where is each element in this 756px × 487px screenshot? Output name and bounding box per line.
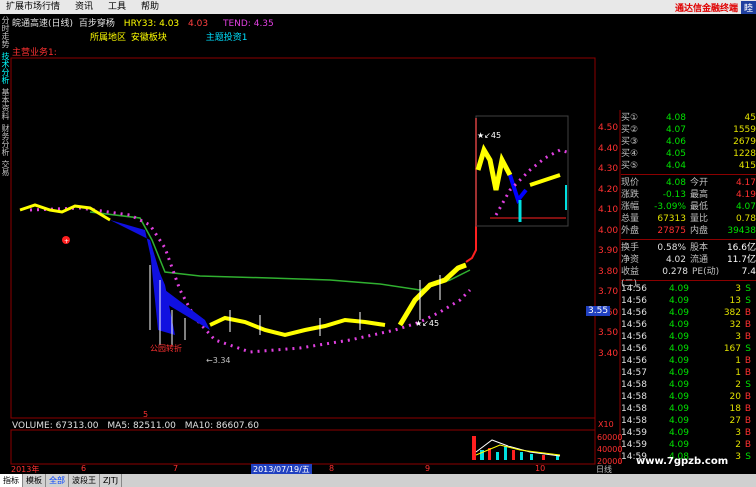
volume-tick: 60000 — [597, 433, 623, 442]
tick-row: 14:56 4.09 167 S — [621, 344, 751, 354]
tab-all[interactable]: 全部 — [46, 474, 69, 487]
price-tick: 3.40 — [598, 348, 619, 359]
price-tick: 3.50 — [598, 328, 619, 338]
stat-row: 涨跌 -0.13 最高 4.19 — [621, 190, 756, 200]
tick-row: 14:58 4.09 27 B — [621, 416, 751, 426]
stat-row: 收益(二) 0.278 PE(动) 7.4 — [621, 267, 756, 289]
tick-row: 14:56 4.09 32 B — [621, 320, 751, 330]
tab-template[interactable]: 模板 — [23, 474, 46, 487]
price-tick: 4.10 — [598, 205, 619, 215]
price-tick: 4.00 — [598, 225, 619, 236]
tick-row: 14:56 4.09 1 B — [621, 356, 751, 366]
tab-zjtj[interactable]: ZJTJ — [100, 474, 123, 487]
date-tick: 9 — [425, 464, 431, 473]
price-band-rise — [397, 262, 467, 327]
date-tick: 7 — [173, 464, 179, 473]
volume-axis: 60000 40000 20000 — [597, 432, 622, 468]
price-tick: 3.70 — [598, 287, 619, 297]
bid-row: 买① 4.08 45 — [621, 113, 756, 123]
stat-row: 涨幅 -3.09% 最低 4.07 — [621, 202, 756, 212]
stat-row: 总量 67313 量比 0.78 — [621, 214, 756, 224]
volume-unit: X10 — [598, 420, 614, 429]
watermark: www.7gpzb.com — [636, 456, 729, 467]
price-line-red — [465, 118, 477, 263]
stat-row: 净资 4.02 流通 11.7亿 — [621, 255, 756, 265]
bottom-tab-bar: 指标 模板 全部 波段王 ZJTJ — [0, 474, 756, 487]
bid-row: 买⑤ 4.04 415 — [621, 161, 756, 171]
price-tick: 3.80 — [598, 266, 619, 277]
price-frame — [10, 57, 596, 419]
tab-indicator[interactable]: 指标 — [0, 474, 23, 487]
tick-row: 14:56 4.09 13 S — [621, 296, 751, 306]
volume-ma5: MA5: 82511.00 — [107, 421, 176, 431]
stat-row: 换手 0.58% 股本 16.6亿 — [621, 243, 756, 253]
date-tick: 8 — [329, 464, 335, 473]
tick-row: 14:58 4.09 20 B — [621, 392, 751, 402]
tick-row: 14:58 4.09 2 S — [621, 380, 751, 390]
mark-annotation-1: ★↙45 — [415, 319, 440, 328]
volume-header: VOLUME: 67313.00 MA5: 82511.00 MA10: 866… — [12, 421, 259, 431]
bid-row: 买② 4.07 1559 — [621, 125, 756, 135]
date-tick: 6 — [81, 464, 87, 473]
tab-wave-king[interactable]: 波段王 — [69, 474, 100, 487]
tick-row: 14:57 4.09 1 B — [621, 368, 751, 378]
stat-row: 现价 4.08 今开 4.17 — [621, 178, 756, 188]
tick-row: 14:56 4.09 3 B — [621, 332, 751, 342]
price-tick: 4.30 — [598, 164, 619, 174]
tick-row: 14:56 4.09 3 S — [621, 284, 751, 294]
mark-annotation-2: ★↙45 — [477, 131, 502, 140]
current-price-marker: 3.55 — [586, 306, 611, 316]
volume-ma10: MA10: 86607.60 — [184, 421, 259, 431]
quote-panel: 买① 4.08 45 买② 4.07 1559 买③ 4.06 2679 买④ 4.05 122… — [621, 112, 756, 463]
price-axis: 4.50 4.40 4.30 4.20 4.10 4.00 3.90 3.80 … — [598, 118, 618, 364]
price-tick: 3.90 — [598, 246, 619, 256]
count-annotation: 5 — [143, 410, 149, 419]
price-tick: 4.40 — [598, 143, 619, 154]
price-tick: 4.20 — [598, 184, 619, 195]
price-band-mid — [209, 315, 386, 338]
turn-label: 公园转折 — [150, 344, 182, 353]
volume-value: VOLUME: 67313.00 — [12, 421, 99, 431]
svg-text:+: + — [64, 238, 69, 245]
date-axis: 2013年 6 7 2013/07/19/五 8 9 10 — [11, 464, 595, 475]
date-tick: 10 — [535, 464, 546, 473]
tick-list[interactable]: 14:56 4.09 3 S 14:56 4.09 13 S 14:56 4.09 382 B 14:5… — [621, 283, 756, 463]
tick-row: 14:59 4.09 2 B — [621, 440, 751, 450]
bid-row: 买③ 4.06 2679 — [621, 137, 756, 147]
price-band-fall-2 — [150, 250, 175, 335]
stat-row: 外盘 27875 内盘 39438 — [621, 226, 756, 236]
tick-row: 14:58 4.09 18 B — [621, 404, 751, 414]
volume-bars — [472, 436, 561, 460]
volume-tick: 40000 — [597, 445, 623, 454]
tick-row: 14:59 4.09 3 B — [621, 428, 751, 438]
low-annotation: ←3.34 — [206, 356, 231, 365]
price-tick: 4.50 — [598, 123, 619, 133]
trend-dots — [29, 206, 472, 354]
bid-row: 买④ 4.05 1228 — [621, 149, 756, 159]
tick-row: 14:56 4.09 382 B — [621, 308, 751, 318]
